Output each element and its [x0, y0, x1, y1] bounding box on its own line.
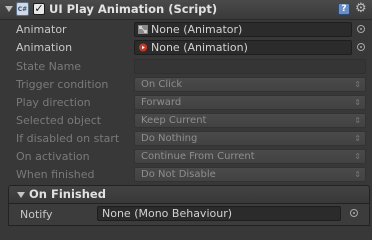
when-finished-label: When finished — [16, 168, 95, 181]
selected-object-value: Keep Current — [141, 115, 207, 126]
animation-label: Animation — [16, 41, 73, 54]
state-name-field — [134, 59, 366, 74]
if-disabled-row: If disabled on start Do Nothing ⇕ — [0, 130, 372, 148]
on-activation-value: Continue From Current — [141, 151, 255, 162]
state-name-label: State Name — [16, 60, 82, 73]
dropdown-arrow-icon: ⇕ — [354, 116, 361, 125]
if-disabled-dropdown: Do Nothing ⇕ — [134, 131, 366, 146]
animation-picker-icon[interactable] — [357, 43, 365, 51]
animation-icon — [138, 43, 148, 52]
script-icon-glyph: C# — [17, 6, 28, 13]
animator-icon — [138, 25, 148, 34]
trigger-condition-value: On Click — [141, 79, 183, 90]
animation-field[interactable]: None (Animation) — [134, 40, 352, 55]
dropdown-arrow-icon: ⇕ — [354, 170, 361, 179]
component-header[interactable]: C# ✓ UI Play Animation (Script) ? ⚙ — [0, 0, 372, 20]
play-direction-value: Forward — [141, 97, 182, 108]
dropdown-arrow-icon: ⇕ — [354, 80, 361, 89]
on-finished-foldout-icon[interactable] — [17, 192, 25, 198]
animation-value: None (Animation) — [151, 41, 248, 54]
script-icon: C# — [16, 2, 29, 16]
component-enabled-checkbox[interactable]: ✓ — [33, 3, 45, 15]
state-name-row: State Name — [0, 58, 372, 76]
on-activation-label: On activation — [16, 150, 90, 163]
notify-picker-icon[interactable] — [350, 209, 358, 217]
dropdown-arrow-icon: ⇕ — [354, 152, 361, 161]
dropdown-arrow-icon: ⇕ — [354, 134, 361, 143]
trigger-condition-label: Trigger condition — [16, 78, 109, 91]
on-finished-title: On Finished — [29, 187, 106, 201]
animator-label: Animator — [16, 23, 67, 36]
foldout-arrow-icon[interactable] — [5, 6, 13, 12]
component-title: UI Play Animation (Script) — [49, 2, 218, 16]
animator-value: None (Animator) — [151, 23, 243, 36]
gear-icon[interactable]: ⚙ — [355, 1, 367, 17]
animation-row: Animation None (Animation) — [0, 39, 372, 57]
when-finished-value: Do Not Disable — [141, 169, 216, 180]
notify-value: None (Mono Behaviour) — [102, 207, 233, 220]
selected-object-row: Selected object Keep Current ⇕ — [0, 112, 372, 130]
animator-field[interactable]: None (Animator) — [134, 22, 352, 37]
notify-label: Notify — [20, 208, 53, 221]
trigger-condition-dropdown: On Click ⇕ — [134, 77, 366, 92]
on-activation-row: On activation Continue From Current ⇕ — [0, 148, 372, 166]
play-direction-label: Play direction — [16, 96, 91, 109]
dropdown-arrow-icon: ⇕ — [354, 98, 361, 107]
help-icon[interactable]: ? — [338, 3, 350, 15]
on-finished-header[interactable]: On Finished — [8, 185, 370, 204]
selected-object-dropdown: Keep Current ⇕ — [134, 113, 366, 128]
play-direction-dropdown: Forward ⇕ — [134, 95, 366, 110]
animator-picker-icon[interactable] — [357, 25, 365, 33]
on-activation-dropdown: Continue From Current ⇕ — [134, 149, 366, 164]
if-disabled-value: Do Nothing — [141, 133, 198, 144]
play-direction-row: Play direction Forward ⇕ — [0, 94, 372, 112]
selected-object-label: Selected object — [16, 114, 102, 127]
when-finished-row: When finished Do Not Disable ⇕ — [0, 166, 372, 184]
notify-field[interactable]: None (Mono Behaviour) — [97, 206, 341, 221]
if-disabled-label: If disabled on start — [16, 132, 120, 145]
animator-row: Animator None (Animator) — [0, 21, 372, 39]
trigger-condition-row: Trigger condition On Click ⇕ — [0, 76, 372, 94]
when-finished-dropdown: Do Not Disable ⇕ — [134, 167, 366, 182]
